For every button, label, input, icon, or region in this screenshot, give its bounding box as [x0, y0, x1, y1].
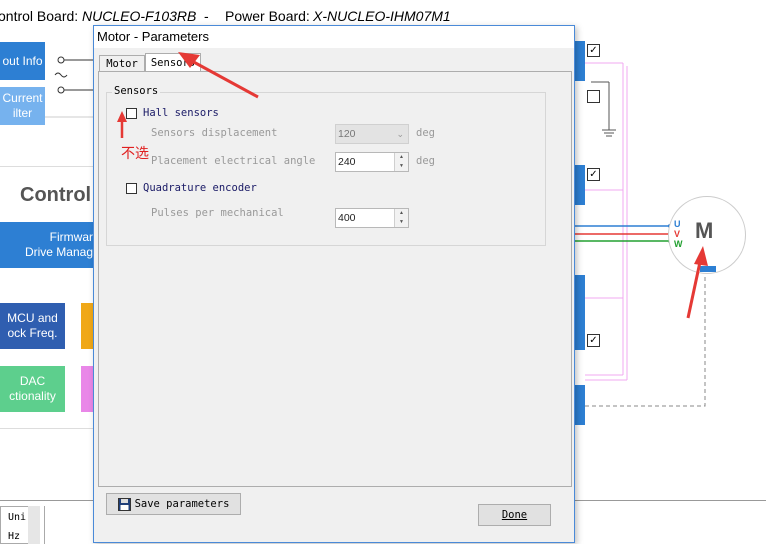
divider	[0, 428, 93, 429]
hall-sensors-label: Hall sensors	[143, 107, 219, 119]
control-heading: Control	[20, 184, 92, 206]
input-schematic	[45, 56, 93, 118]
sensors-group-title: Sensors	[112, 85, 161, 97]
done-button-label: Done	[501, 509, 528, 521]
placement-angle-label: Placement electrical angle	[151, 155, 316, 167]
save-parameters-button[interactable]: Save parameters	[106, 493, 241, 515]
pink-tile[interactable]	[81, 366, 93, 412]
pulses-value: 400	[338, 212, 356, 224]
phase-u-label: U	[674, 219, 681, 229]
tab-motor[interactable]: Motor	[99, 55, 145, 72]
save-button-label: Save parameters	[134, 498, 230, 510]
mcu-clock-button[interactable]: MCU and ock Freq.	[0, 303, 65, 349]
hall-sensors-checkbox[interactable]	[126, 108, 137, 119]
pulses-input[interactable]: 400 ▲ ▼	[335, 208, 409, 228]
done-button[interactable]: Done	[478, 504, 551, 526]
phase-v-label: V	[674, 229, 681, 239]
separator: -	[204, 8, 209, 24]
orange-tile[interactable]	[81, 303, 93, 349]
spin-arrows-icon[interactable]: ▲ ▼	[394, 153, 408, 171]
annotation-hint-text: 不选	[121, 145, 149, 161]
quadrature-encoder-label: Quadrature encoder	[143, 182, 257, 194]
divider	[0, 166, 93, 167]
quadrature-encoder-checkbox[interactable]	[126, 183, 137, 194]
sensors-displacement-value: 120	[338, 128, 356, 140]
placement-angle-value: 240	[338, 156, 356, 168]
current-filter-button[interactable]: Current ilter	[0, 87, 45, 125]
save-icon	[117, 497, 131, 511]
sensors-displacement-unit: deg	[416, 127, 435, 139]
spin-arrows-icon[interactable]: ▲ ▼	[394, 209, 408, 227]
input-info-button[interactable]: out Info	[0, 42, 45, 80]
dialog-titlebar[interactable]: Motor - Parameters	[94, 26, 574, 48]
firmware-drive-button[interactable]: Firmwar Drive Manag	[0, 222, 93, 268]
dac-label: DAC ctionality	[9, 374, 56, 403]
chevron-down-icon: ⌄	[396, 129, 404, 139]
phase-w-label: W	[674, 239, 683, 249]
sensors-displacement-label: Sensors displacement	[151, 127, 278, 139]
firmware-drive-label: Firmwar Drive Manag	[24, 230, 93, 259]
control-board-value: NUCLEO-F103RB	[82, 8, 197, 24]
input-info-label: out Info	[2, 53, 43, 68]
dialog-title: Motor - Parameters	[97, 29, 209, 44]
control-board-label: ontrol Board:	[0, 8, 79, 24]
bottom-scrollbar[interactable]	[28, 506, 40, 544]
divider	[44, 506, 45, 544]
placement-angle-input[interactable]: 240 ▲ ▼	[335, 152, 409, 172]
power-board-label: Power Board:	[225, 8, 310, 24]
sensors-displacement-select[interactable]: 120 ⌄	[335, 124, 409, 144]
motor-sensor-tab	[700, 266, 716, 272]
placement-angle-unit: deg	[416, 155, 435, 167]
motor-parameters-dialog: Motor - Parameters Motor Sensors Sensors…	[93, 25, 575, 543]
power-board-value: X-NUCLEO-IHM07M1	[313, 8, 451, 24]
hz-column-label: Hz	[8, 531, 21, 542]
motor-letter: M	[695, 218, 714, 243]
tab-sensors[interactable]: Sensors	[145, 53, 201, 72]
pulses-label: Pulses per mechanical	[151, 207, 284, 219]
current-filter-label: Current ilter	[2, 91, 43, 120]
dac-button[interactable]: DAC ctionality	[0, 366, 65, 412]
mcu-clock-label: MCU and ock Freq.	[7, 311, 58, 340]
units-column-label: Uni	[8, 512, 27, 523]
